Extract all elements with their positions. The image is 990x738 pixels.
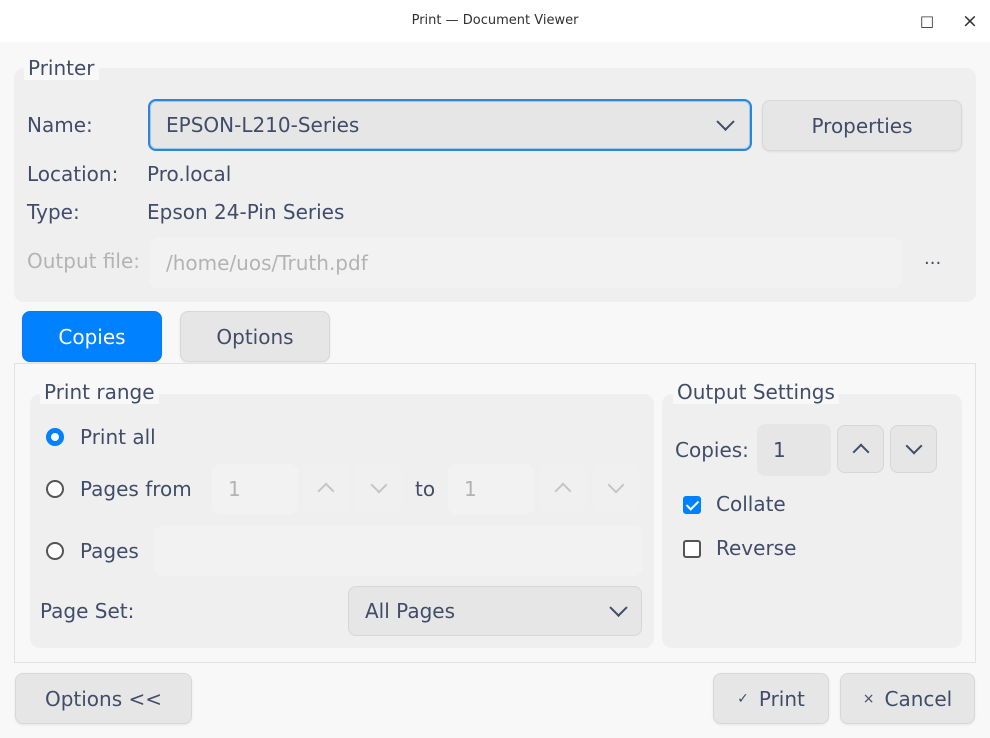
properties-button[interactable]: Properties xyxy=(762,100,962,151)
maximize-icon[interactable]: □ xyxy=(915,10,939,32)
page-set-label: Page Set: xyxy=(40,599,135,623)
chevron-up-icon xyxy=(852,443,869,461)
chevron-down-icon xyxy=(370,476,388,494)
copies-decrement-button[interactable] xyxy=(890,425,937,473)
output-file-label: Output file: xyxy=(27,249,141,273)
chevron-down-icon xyxy=(905,437,922,455)
cancel-button-label: Cancel xyxy=(884,686,953,711)
type-value: Epson 24-Pin Series xyxy=(147,200,345,224)
reverse-label[interactable]: Reverse xyxy=(716,536,796,560)
chevron-down-icon xyxy=(607,476,625,494)
tab-copies[interactable]: Copies xyxy=(22,311,162,362)
name-label: Name: xyxy=(27,113,93,137)
from-increment-button[interactable] xyxy=(303,464,349,512)
page-set-value: All Pages xyxy=(365,599,455,623)
pages-from-radio[interactable] xyxy=(46,480,64,498)
from-page-field[interactable]: 1 xyxy=(212,464,298,514)
print-all-radio[interactable] xyxy=(46,428,64,446)
to-page-value: 1 xyxy=(464,477,477,501)
from-decrement-button[interactable] xyxy=(356,464,402,512)
to-decrement-button[interactable] xyxy=(593,464,639,512)
output-settings-title: Output Settings xyxy=(673,380,839,404)
options-toggle-button[interactable]: Options << xyxy=(15,673,192,724)
window-title: Print — Document Viewer xyxy=(411,13,579,28)
collate-checkbox[interactable] xyxy=(683,496,701,514)
printer-name-value: EPSON-L210-Series xyxy=(166,113,360,137)
tab-options[interactable]: Options xyxy=(180,311,330,362)
browse-button[interactable]: ... xyxy=(924,248,941,269)
copies-label: Copies: xyxy=(675,438,749,462)
printer-group-title: Printer xyxy=(24,56,99,80)
copies-increment-button[interactable] xyxy=(837,425,884,473)
pages-field[interactable] xyxy=(154,526,642,576)
page-set-combobox[interactable]: All Pages xyxy=(348,586,642,636)
chevron-down-icon xyxy=(609,598,628,617)
cancel-button[interactable]: × Cancel xyxy=(840,673,975,724)
printer-name-combobox[interactable]: EPSON-L210-Series xyxy=(148,99,752,151)
close-icon: × xyxy=(862,690,875,707)
copies-field[interactable]: 1 xyxy=(757,424,831,476)
print-all-label[interactable]: Print all xyxy=(80,425,156,449)
pages-label[interactable]: Pages xyxy=(80,539,139,563)
to-increment-button[interactable] xyxy=(540,464,586,512)
chevron-up-icon xyxy=(554,482,572,500)
location-value: Pro.local xyxy=(147,162,232,186)
output-file-value: /home/uos/Truth.pdf xyxy=(166,251,368,275)
collate-label[interactable]: Collate xyxy=(716,492,786,516)
print-button[interactable]: ✓ Print xyxy=(713,673,829,724)
close-icon[interactable]: × xyxy=(958,10,982,32)
print-range-title: Print range xyxy=(40,380,159,404)
chevron-up-icon xyxy=(317,482,335,500)
reverse-checkbox[interactable] xyxy=(683,540,701,558)
chevron-down-icon xyxy=(716,112,735,131)
pages-from-label[interactable]: Pages from xyxy=(80,477,192,501)
pages-radio[interactable] xyxy=(46,542,64,560)
checkmark-icon: ✓ xyxy=(737,690,749,707)
location-label: Location: xyxy=(27,162,119,186)
print-button-label: Print xyxy=(758,686,805,711)
copies-value: 1 xyxy=(773,438,786,462)
to-label: to xyxy=(415,477,436,501)
to-page-field[interactable]: 1 xyxy=(448,464,534,514)
output-file-field[interactable]: /home/uos/Truth.pdf xyxy=(150,238,902,288)
type-label: Type: xyxy=(27,200,80,224)
from-page-value: 1 xyxy=(228,477,241,501)
